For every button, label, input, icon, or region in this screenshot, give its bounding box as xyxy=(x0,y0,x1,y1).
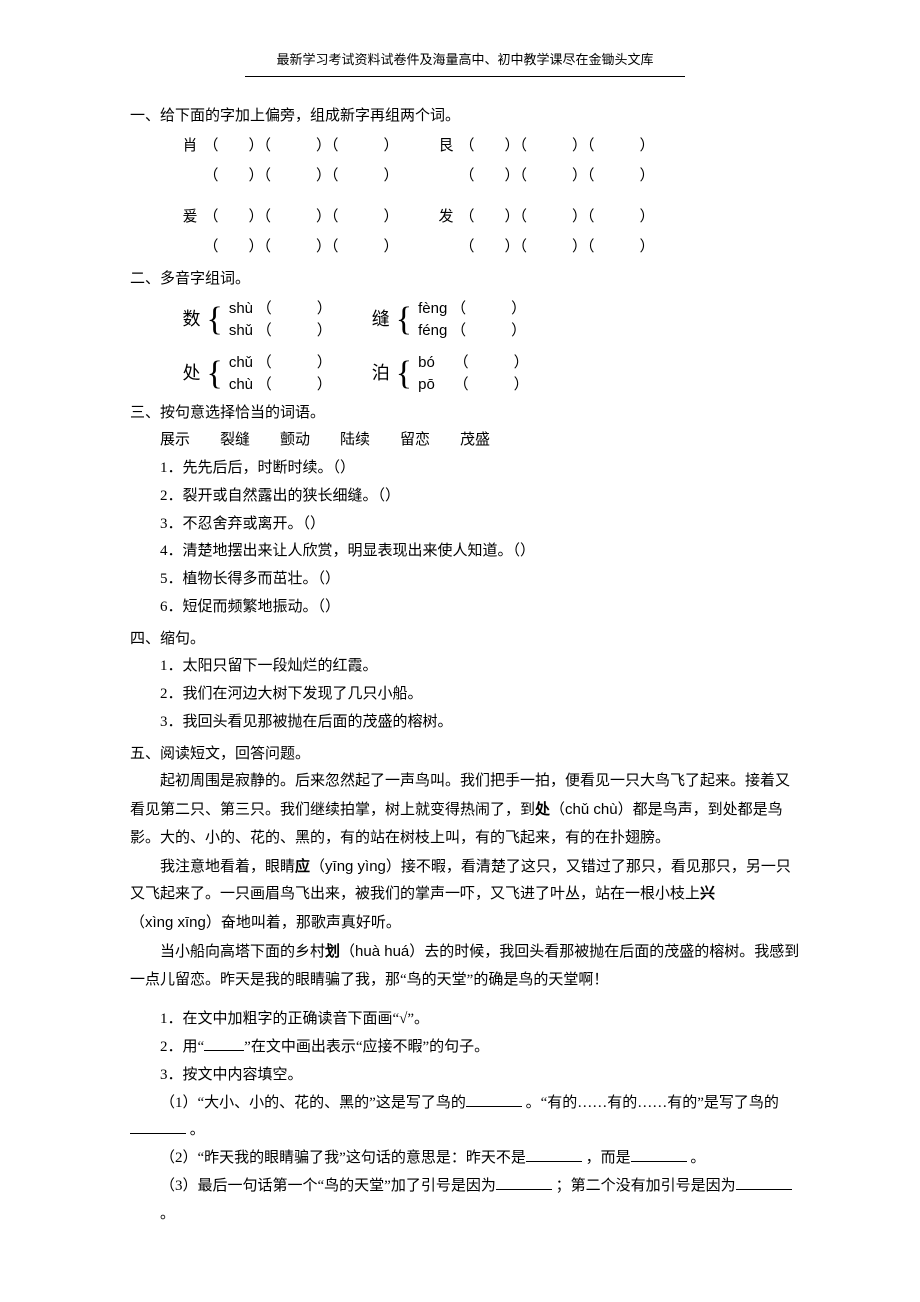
s5-q2: 2．用“ ”在文中画出表示“应接不暇”的句子。 xyxy=(130,1034,800,1062)
s4-item: 3．我回头看见那被抛在后面的茂盛的榕树。 xyxy=(130,709,800,737)
brace-icon: { xyxy=(396,357,412,391)
pinyin: chǔ xyxy=(229,354,253,371)
paren: （ ） xyxy=(451,301,526,317)
text: 奋地叫着，那歌声真好听。 xyxy=(221,915,401,931)
s5-q3-2: （2）“昨天我的眼睛骗了我”这句话的意思是：昨天不是 ，而是 。 xyxy=(130,1145,800,1173)
s2-char-feng: 缝 xyxy=(372,303,390,336)
text: 我注意地看着，眼睛 xyxy=(160,859,295,875)
pinyin-ying: （yīng yìng） xyxy=(310,858,401,875)
bold-char-ying: 应 xyxy=(295,859,310,875)
paren-group: （ ）（ ）（ ） xyxy=(204,163,399,191)
bold-char-hua: 划 xyxy=(325,944,340,960)
s5-q3-1b: 。 xyxy=(130,1117,800,1145)
s1-row1b: （ ）（ ）（ ） （ ）（ ）（ ） xyxy=(130,163,800,191)
pinyin-chu: （chǔ chù） xyxy=(550,801,633,818)
section1-title: 一、给下面的字加上偏旁，组成新字再组两个词。 xyxy=(130,103,800,131)
underline-blank xyxy=(631,1147,687,1162)
s1-row1: 肖 （ ）（ ）（ ） 艮 （ ）（ ）（ ） xyxy=(130,133,800,161)
text: 。 xyxy=(186,1122,205,1138)
paren-group: （ ）（ ）（ ） xyxy=(460,234,655,262)
brace-icon: { xyxy=(207,303,223,337)
brace-icon: { xyxy=(207,357,223,391)
s1-char-gen: 艮 xyxy=(439,133,460,161)
text: ”在文中画出表示“应接不暇”的句子。 xyxy=(244,1039,489,1055)
paren: （ ） xyxy=(257,355,332,371)
s5-q3: 3．按文中内容填空。 xyxy=(130,1062,800,1090)
s1-row2: 爰 （ ）（ ）（ ） 发 （ ）（ ）（ ） xyxy=(130,204,800,232)
paren-group: （ ）（ ）（ ） xyxy=(204,133,399,161)
paren: （ ） xyxy=(451,323,526,339)
paren-group: （ ）（ ）（ ） xyxy=(460,133,655,161)
s2-char-bo: 泊 xyxy=(372,357,390,390)
pinyin-xing: （xìng xīng） xyxy=(130,914,221,931)
s2-char-shu: 数 xyxy=(183,303,201,336)
paren-group: （ ）（ ）（ ） xyxy=(204,204,399,232)
s3-item: 5．植物长得多而茁壮。（） xyxy=(130,566,800,594)
s3-wordbank: 展示 裂缝 颤动 陆续 留恋 茂盛 xyxy=(130,427,800,455)
s2-row2: 处 { chǔ （ ） chù （ ） 泊 { bó （ ） pō （ ） xyxy=(130,352,800,396)
s1-char-yuan: 爰 xyxy=(183,204,204,232)
header-underline xyxy=(245,76,685,77)
passage-p3: 当小船向高塔下面的乡村划（huà huá）去的时候，我回头看那被抛在后面的茂盛的… xyxy=(130,938,800,995)
passage-p2: 我注意地看着，眼睛应（yīng yìng）接不暇，看清楚了这只，又错过了那只，看… xyxy=(130,853,800,938)
s5-q3-3: （3）最后一句话第一个“鸟的天堂”加了引号是因为 ；第二个没有加引号是因为 。 xyxy=(130,1173,800,1229)
pinyin: pō xyxy=(418,376,435,393)
s1-char-fa: 发 xyxy=(439,204,460,232)
pinyin-hua: （huà huá） xyxy=(340,943,424,960)
text: 。 xyxy=(160,1206,175,1222)
pinyin: chù xyxy=(229,376,253,393)
pinyin: féng xyxy=(418,322,447,339)
underline-blank xyxy=(526,1147,582,1162)
page-header: 最新学习考试资料试卷件及海量高中、初中教学课尽在金锄头文库 xyxy=(130,48,800,72)
s3-item: 2．裂开或自然露出的狭长细缝。（） xyxy=(130,483,800,511)
paren-group: （ ）（ ）（ ） xyxy=(204,234,399,262)
paren: （ ） xyxy=(454,377,529,393)
section3-title: 三、按句意选择恰当的词语。 xyxy=(130,400,800,428)
paren-group: （ ）（ ）（ ） xyxy=(460,204,655,232)
bold-char-chu: 处 xyxy=(535,802,550,818)
paren: （ ） xyxy=(257,323,332,339)
s4-item: 2．我们在河边大树下发现了几只小船。 xyxy=(130,681,800,709)
text: 。“有的……有的……有的”是写了鸟的 xyxy=(522,1095,779,1111)
underline-blank xyxy=(466,1091,522,1106)
text: （2）“昨天我的眼睛骗了我”这句话的意思是：昨天不是 xyxy=(160,1150,526,1166)
s4-item: 1．太阳只留下一段灿烂的红霞。 xyxy=(130,653,800,681)
s3-item: 6．短促而频繁地振动。（） xyxy=(130,594,800,622)
bold-char-xing: 兴 xyxy=(700,886,715,902)
s5-q1: 1．在文中加粗字的正确读音下面画“√”。 xyxy=(130,1006,800,1034)
s2-char-chu: 处 xyxy=(183,357,201,390)
pinyin: fèng xyxy=(418,300,447,317)
section4-title: 四、缩句。 xyxy=(130,626,800,654)
text: 当小船向高塔下面的乡村 xyxy=(160,944,325,960)
text: （1）“大小、小的、花的、黑的”这是写了鸟的 xyxy=(160,1095,466,1111)
paren-group: （ ）（ ）（ ） xyxy=(460,163,655,191)
underline-blank xyxy=(204,1036,244,1051)
s2-row1: 数 { shù （ ） shǔ （ ） 缝 { fèng （ ） féng （ … xyxy=(130,298,800,342)
text: 2．用“ xyxy=(160,1039,204,1055)
brace-icon: { xyxy=(396,303,412,337)
pinyin: shǔ xyxy=(229,322,253,339)
paren: （ ） xyxy=(454,355,529,371)
underline-blank xyxy=(736,1175,792,1190)
section2-title: 二、多音字组词。 xyxy=(130,266,800,294)
s1-row2b: （ ）（ ）（ ） （ ）（ ）（ ） xyxy=(130,234,800,262)
section5-title: 五、阅读短文，回答问题。 xyxy=(130,741,800,769)
text: ；第二个没有加引号是因为 xyxy=(552,1178,736,1194)
paren: （ ） xyxy=(257,301,332,317)
underline-blank xyxy=(130,1119,186,1134)
text: （3）最后一句话第一个“鸟的天堂”加了引号是因为 xyxy=(160,1178,496,1194)
pinyin: bó xyxy=(418,354,435,371)
passage-p1: 起初周围是寂静的。后来忽然起了一声鸟叫。我们把手一拍，便看见一只大鸟飞了起来。接… xyxy=(130,768,800,852)
s3-item: 4．清楚地摆出来让人欣赏，明显表现出来使人知道。（） xyxy=(130,538,800,566)
paren: （ ） xyxy=(257,377,332,393)
pinyin: shù xyxy=(229,300,253,317)
s3-item: 1．先先后后，时断时续。（） xyxy=(130,455,800,483)
s3-item: 3．不忍舍弃或离开。（） xyxy=(130,511,800,539)
text: ，而是 xyxy=(582,1150,631,1166)
text: 。 xyxy=(687,1150,706,1166)
s5-q3-1: （1）“大小、小的、花的、黑的”这是写了鸟的 。“有的……有的……有的”是写了鸟… xyxy=(130,1090,800,1118)
underline-blank xyxy=(496,1175,552,1190)
s1-char-xiao: 肖 xyxy=(183,133,204,161)
